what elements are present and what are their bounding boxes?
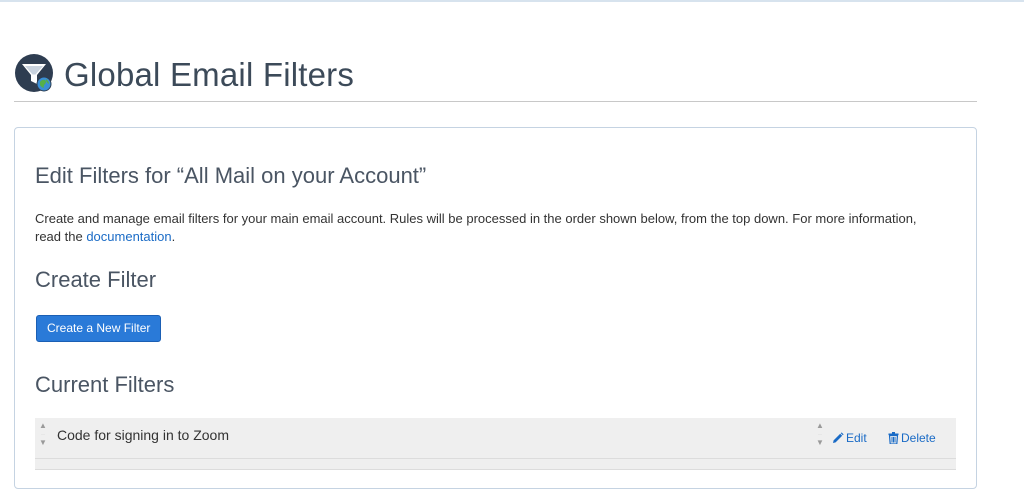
- filter-name: Code for signing in to Zoom: [57, 427, 229, 443]
- page-header: Global Email Filters: [14, 52, 977, 102]
- filter-list: ▲ ·· ▼ Code for signing in to Zoom ▲ ·· ▼ Ed…: [35, 418, 956, 470]
- reorder-handle-icon[interactable]: ▲ ·· ▼: [816, 422, 824, 452]
- email-filter-icon: [15, 54, 53, 92]
- current-filters-title: Current Filters: [35, 372, 175, 397]
- intro-end: .: [171, 229, 176, 244]
- filter-row: ▲ ·· ▼ Code for signing in to Zoom ▲ ·· ▼ Ed…: [35, 418, 956, 459]
- drag-handle-icon[interactable]: ▲ ·· ▼: [39, 422, 47, 452]
- create-new-filter-button[interactable]: Create a New Filter: [36, 315, 162, 342]
- filters-panel: Edit Filters for “All Mail on your Accou…: [14, 127, 977, 489]
- create-filter-title: Create Filter: [35, 267, 157, 292]
- documentation-link[interactable]: documentation: [86, 229, 171, 244]
- delete-label: Delete: [901, 431, 936, 445]
- edit-filters-title: Edit Filters for “All Mail on your Accou…: [35, 163, 427, 188]
- edit-filter-link[interactable]: Edit: [832, 431, 867, 445]
- pencil-icon: [833, 432, 844, 443]
- trash-icon: [888, 432, 899, 445]
- intro-paragraph: Create and manage email filters for your…: [35, 210, 935, 246]
- delete-filter-link[interactable]: Delete: [888, 431, 936, 445]
- edit-label: Edit: [846, 431, 867, 445]
- page-title: Global Email Filters: [64, 56, 355, 93]
- page-container: Global Email Filters Edit Filters for “A…: [14, 0, 977, 489]
